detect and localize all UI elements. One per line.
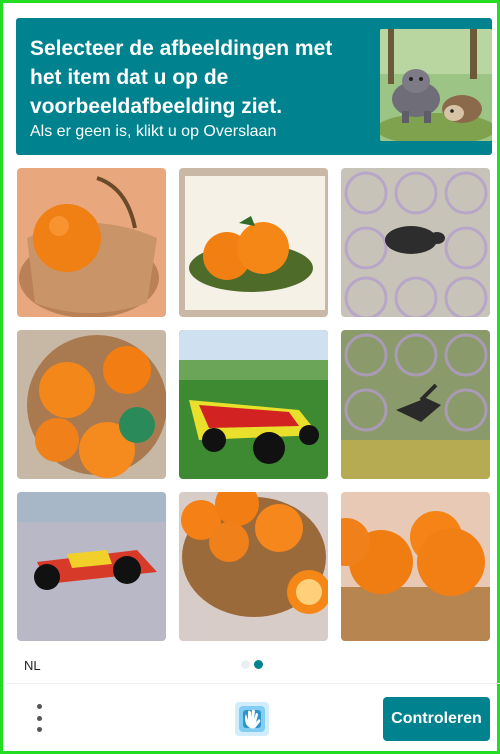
example-image [380, 29, 492, 141]
captcha-frame: Selecteer de afbeeldingen met het item d… [0, 0, 500, 754]
grid-tile[interactable] [179, 168, 328, 317]
footer-divider [6, 683, 500, 684]
hcaptcha-hand-logo-icon[interactable] [233, 700, 271, 738]
prompt-subtitle: Als er geen is, klikt u op Overslaan [30, 123, 277, 140]
grid-tile[interactable] [341, 492, 490, 641]
page-dot-active [254, 660, 263, 669]
verify-button[interactable]: Controleren [383, 697, 490, 741]
language-selector[interactable]: NL [24, 658, 41, 673]
grid-tile[interactable] [17, 330, 166, 479]
page-dot [241, 660, 250, 669]
grid-tile[interactable] [341, 168, 490, 317]
image-grid [17, 168, 493, 644]
grid-tile[interactable] [179, 492, 328, 641]
grid-tile[interactable] [17, 168, 166, 317]
kebab-menu-icon[interactable] [29, 701, 49, 735]
grid-tile[interactable] [17, 492, 166, 641]
grid-tile[interactable] [341, 330, 490, 479]
prompt-title: Selecteer de afbeeldingen met het item d… [30, 37, 333, 118]
pagination-dots [241, 660, 263, 669]
grid-tile[interactable] [179, 330, 328, 479]
challenge-prompt: Selecteer de afbeeldingen met het item d… [16, 18, 492, 155]
